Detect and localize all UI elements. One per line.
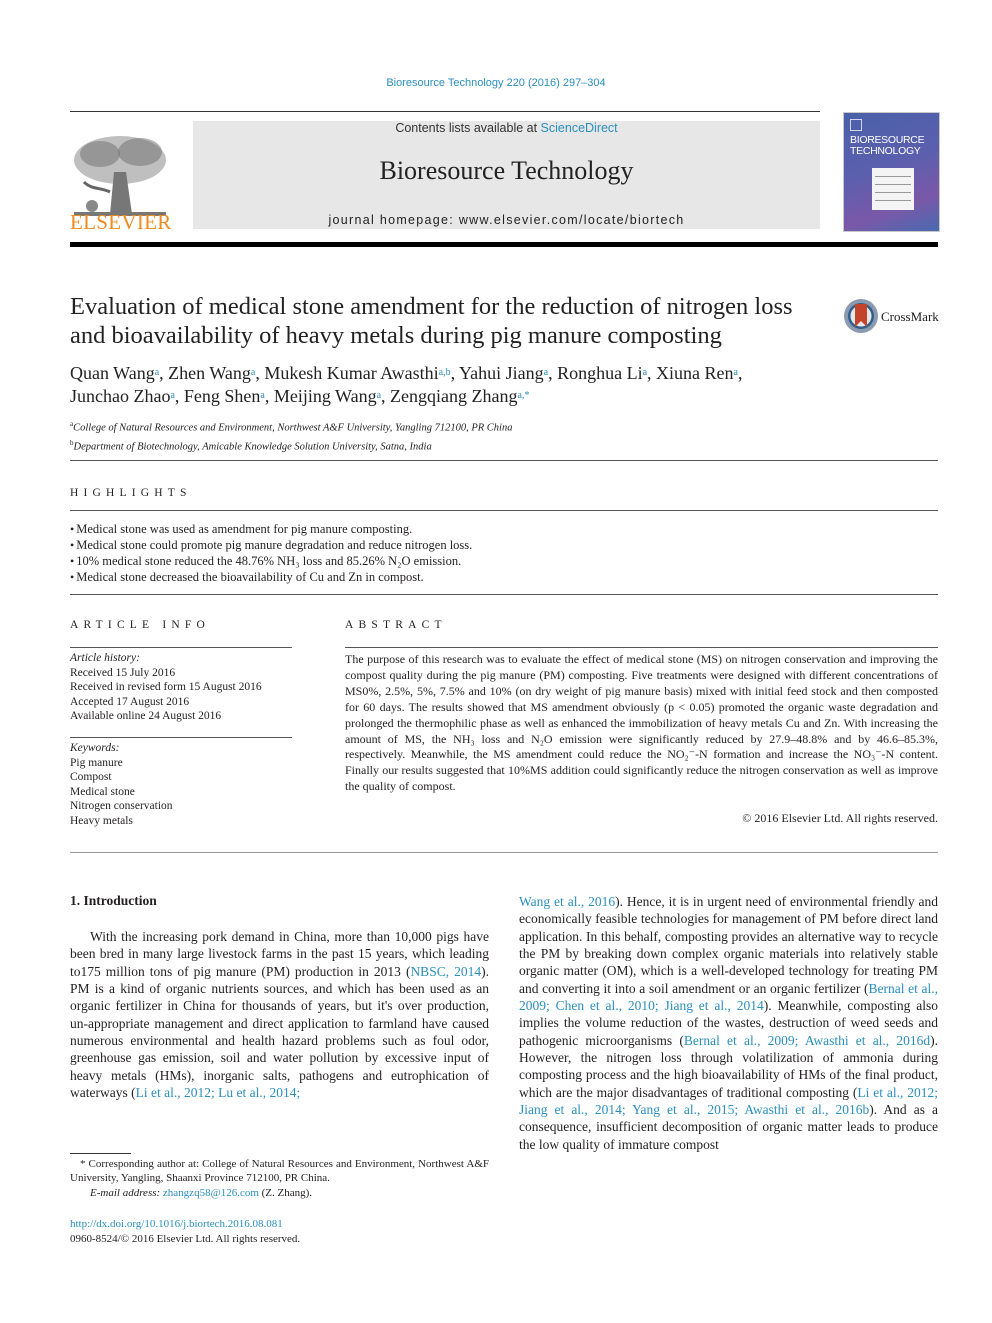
divider (70, 510, 938, 511)
author-affiliation-marker[interactable]: a (377, 390, 381, 401)
contents-line: Contents lists available at ScienceDirec… (193, 121, 820, 135)
keywords-label: Keywords: (70, 742, 120, 754)
cover-title-line2: TECHNOLOGY (850, 145, 921, 157)
journal-cover-image[interactable]: BIORESOURCE TECHNOLOGY (843, 112, 940, 232)
author-affiliation-marker[interactable]: a (155, 367, 159, 378)
divider (70, 852, 938, 853)
keyword: Heavy metals (70, 814, 133, 827)
corresponding-author-footnote: * Corresponding author at: College of Na… (70, 1157, 489, 1200)
sciencedirect-link[interactable]: ScienceDirect (541, 121, 618, 135)
divider (70, 594, 938, 595)
highlight-item: • 10% medical stone reduced the 48.76% NH… (70, 554, 462, 568)
affiliation-b: bDepartment of Biotechnology, Amicable K… (70, 438, 432, 453)
issn-copyright: 0960-8524/© 2016 Elsevier Ltd. All right… (70, 1232, 301, 1245)
author-name[interactable]: Mukesh Kumar Awasthi (264, 363, 438, 383)
author-name[interactable]: Feng Shen (184, 386, 261, 406)
email-line: E-mail address: zhangzq58@126.com (Z. Zh… (90, 1186, 313, 1199)
affiliation-a: aCollege of Natural Resources and Enviro… (70, 420, 513, 434)
footnote-rule (70, 1153, 131, 1154)
history-item: Available online 24 August 2016 (70, 710, 222, 722)
history-item: Received 15 July 2016 (70, 666, 176, 679)
divider (70, 737, 292, 738)
highlight-item: • Medical stone decreased the bioavailabi… (70, 570, 424, 584)
highlights-list: • Medical stone was used as amendment for… (70, 521, 940, 585)
corresponding-author: * Corresponding author at: College of Na… (70, 1158, 489, 1185)
header-divider (70, 111, 820, 112)
author-affiliation-marker[interactable]: a (170, 390, 174, 401)
journal-title: Bioresource Technology (379, 156, 634, 185)
affiliations: aCollege of Natural Resources and Enviro… (70, 417, 870, 454)
author-name[interactable]: Quan Wang (70, 363, 155, 383)
introduction-heading: 1. Introduction (70, 893, 157, 908)
masthead-thick-rule (70, 242, 938, 247)
author-affiliation-marker[interactable]: a,b (439, 367, 451, 378)
highlights-heading: HIGHLIGHTS (70, 487, 192, 499)
abstract-heading: ABSTRACT (345, 619, 447, 631)
introduction-column-2: Wang et al., 2016). Hence, it is in urge… (519, 894, 938, 1152)
doi-link[interactable]: http://dx.doi.org/10.1016/j.biortech.201… (70, 1217, 300, 1232)
crossmark-icon[interactable] (843, 298, 879, 334)
keywords: Keywords: Pig manure Compost Medical sto… (70, 741, 292, 828)
divider (70, 647, 292, 648)
crossmark-label[interactable]: CrossMark (881, 309, 939, 325)
author-name[interactable]: Yahui Jiang (459, 363, 544, 383)
keyword: Pig manure (70, 756, 123, 769)
author-name[interactable]: Junchao Zhao (70, 386, 170, 406)
highlight-item: • Medical stone could promote pig manure … (70, 538, 473, 552)
journal-homepage[interactable]: journal homepage: www.elsevier.com/locat… (193, 213, 820, 227)
author-name[interactable]: Zengqiang Zhang (390, 386, 517, 406)
history-item: Received in revised form 15 August 2016 (70, 681, 262, 693)
keyword: Compost (70, 771, 112, 783)
author-affiliation-marker[interactable]: a,* (518, 390, 530, 401)
author-name[interactable]: Meijing Wang (274, 386, 377, 406)
author-affiliation-marker[interactable]: a (643, 367, 647, 378)
email-link[interactable]: zhangzq58@126.com (163, 1187, 259, 1199)
cover-title: BIORESOURCE TECHNOLOGY (850, 135, 925, 157)
author-name[interactable]: Zhen Wang (168, 363, 251, 383)
elsevier-wordmark: ELSEVIER (70, 210, 172, 234)
keyword: Nitrogen conservation (70, 800, 173, 812)
abstract-copyright: © 2016 Elsevier Ltd. All rights reserved… (742, 811, 938, 825)
author-affiliation-marker[interactable]: a (734, 367, 738, 378)
history-item: Accepted 17 August 2016 (70, 695, 190, 708)
contents-prefix: Contents lists available at (395, 121, 541, 135)
article-history: Article history: Received 15 July 2016 R… (70, 651, 292, 724)
abstract-text: The purpose of this research was to eval… (345, 652, 938, 794)
citation-link[interactable]: NBSC, 2014 (410, 964, 481, 979)
author-affiliation-marker[interactable]: a (251, 367, 255, 378)
author-affiliation-marker[interactable]: a (260, 390, 264, 401)
citation-link[interactable]: Wang et al., 2016 (519, 894, 615, 909)
cover-chart-graphic (872, 168, 914, 210)
divider (345, 647, 938, 648)
author-list: Quan Wanga, Zhen Wanga, Mukesh Kumar Awa… (70, 363, 743, 406)
article-history-label: Article history: (70, 652, 140, 664)
author-name[interactable]: Ronghua Li (557, 363, 643, 383)
author-affiliation-marker[interactable]: a (544, 367, 548, 378)
cover-publisher-icon (850, 119, 862, 131)
highlight-item: • Medical stone was used as amendment for… (70, 522, 413, 536)
article-title: Evaluation of medical stone amendment fo… (70, 293, 793, 349)
citation-link[interactable]: Bernal et al., 2009; Awasthi et al., 201… (684, 1033, 930, 1048)
introduction-column-1: With the increasing pork demand in China… (70, 929, 489, 1101)
doi-block: http://dx.doi.org/10.1016/j.biortech.201… (70, 1217, 300, 1246)
keyword: Medical stone (70, 785, 135, 798)
citation-link[interactable]: Li et al., 2012; Lu et al., 2014; (136, 1085, 301, 1100)
author-name[interactable]: Xiuna Ren (656, 363, 733, 383)
divider (70, 460, 938, 461)
journal-reference-link[interactable]: Bioresource Technology 220 (2016) 297–30… (0, 77, 992, 89)
article-info-heading: ARTICLE INFO (70, 619, 210, 631)
